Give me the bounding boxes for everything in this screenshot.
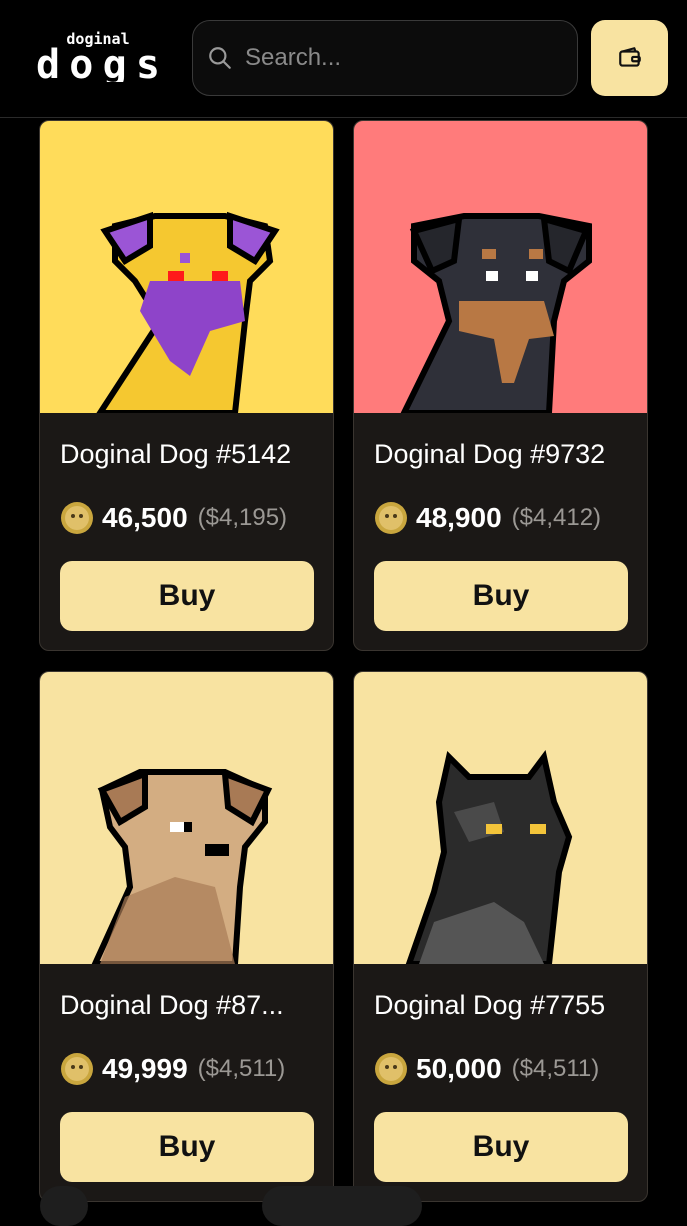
- nft-title: Doginal Dog #87...: [60, 990, 284, 1020]
- nft-image[interactable]: [40, 672, 334, 964]
- doginal-dogs-logo[interactable]: doginal dogs: [36, 28, 162, 82]
- logo-big-text: dogs: [36, 42, 160, 82]
- nft-card[interactable]: Doginal Dog #7755 50,000 ($4,511) Buy: [353, 671, 648, 1202]
- nft-title: Doginal Dog #5142: [60, 439, 292, 469]
- nft-price: 50,000 ($4,511): [374, 1052, 599, 1086]
- price-usd: ($4,511): [197, 1055, 286, 1082]
- nft-card[interactable]: Doginal Dog #9732 48,900 ($4,412) Buy: [353, 120, 648, 651]
- search-icon: [209, 47, 231, 69]
- nft-image[interactable]: [354, 672, 648, 964]
- nft-title: Doginal Dog #9732: [374, 439, 606, 469]
- price-usd: ($4,412): [511, 504, 602, 531]
- search-input[interactable]: [245, 44, 545, 72]
- price-amount: 46,500: [102, 502, 188, 533]
- wallet-icon: [618, 47, 641, 67]
- price-amount: 50,000: [416, 1053, 502, 1084]
- nft-price: 49,999 ($4,511): [60, 1052, 285, 1086]
- buy-button[interactable]: Buy: [374, 561, 628, 631]
- nft-card[interactable]: Doginal Dog #5142 46,500 ($4,195) Buy: [39, 120, 334, 651]
- buy-button[interactable]: Buy: [60, 561, 314, 631]
- buy-button[interactable]: Buy: [60, 1112, 314, 1182]
- price-usd: ($4,511): [511, 1055, 600, 1082]
- doge-coin-icon: [61, 502, 93, 534]
- nft-title: Doginal Dog #7755: [374, 990, 606, 1020]
- nft-image[interactable]: [354, 121, 648, 413]
- nft-card[interactable]: Doginal Dog #87... 49,999 ($4,511) Buy: [39, 671, 334, 1202]
- doge-coin-icon: [375, 502, 407, 534]
- nft-price: 46,500 ($4,195): [60, 501, 287, 535]
- search-bar[interactable]: [192, 20, 578, 96]
- doge-coin-icon: [375, 1053, 407, 1085]
- doge-coin-icon: [61, 1053, 93, 1085]
- top-bar: doginal dogs: [0, 0, 687, 118]
- price-amount: 48,900: [416, 502, 502, 533]
- price-amount: 49,999: [102, 1053, 188, 1084]
- nft-image[interactable]: [40, 121, 334, 413]
- buy-button[interactable]: Buy: [374, 1112, 628, 1182]
- price-usd: ($4,195): [197, 504, 288, 531]
- floating-button[interactable]: [40, 1186, 88, 1226]
- floating-toolbar[interactable]: [262, 1186, 422, 1226]
- wallet-button[interactable]: [591, 20, 668, 96]
- nft-price: 48,900 ($4,412): [374, 501, 601, 535]
